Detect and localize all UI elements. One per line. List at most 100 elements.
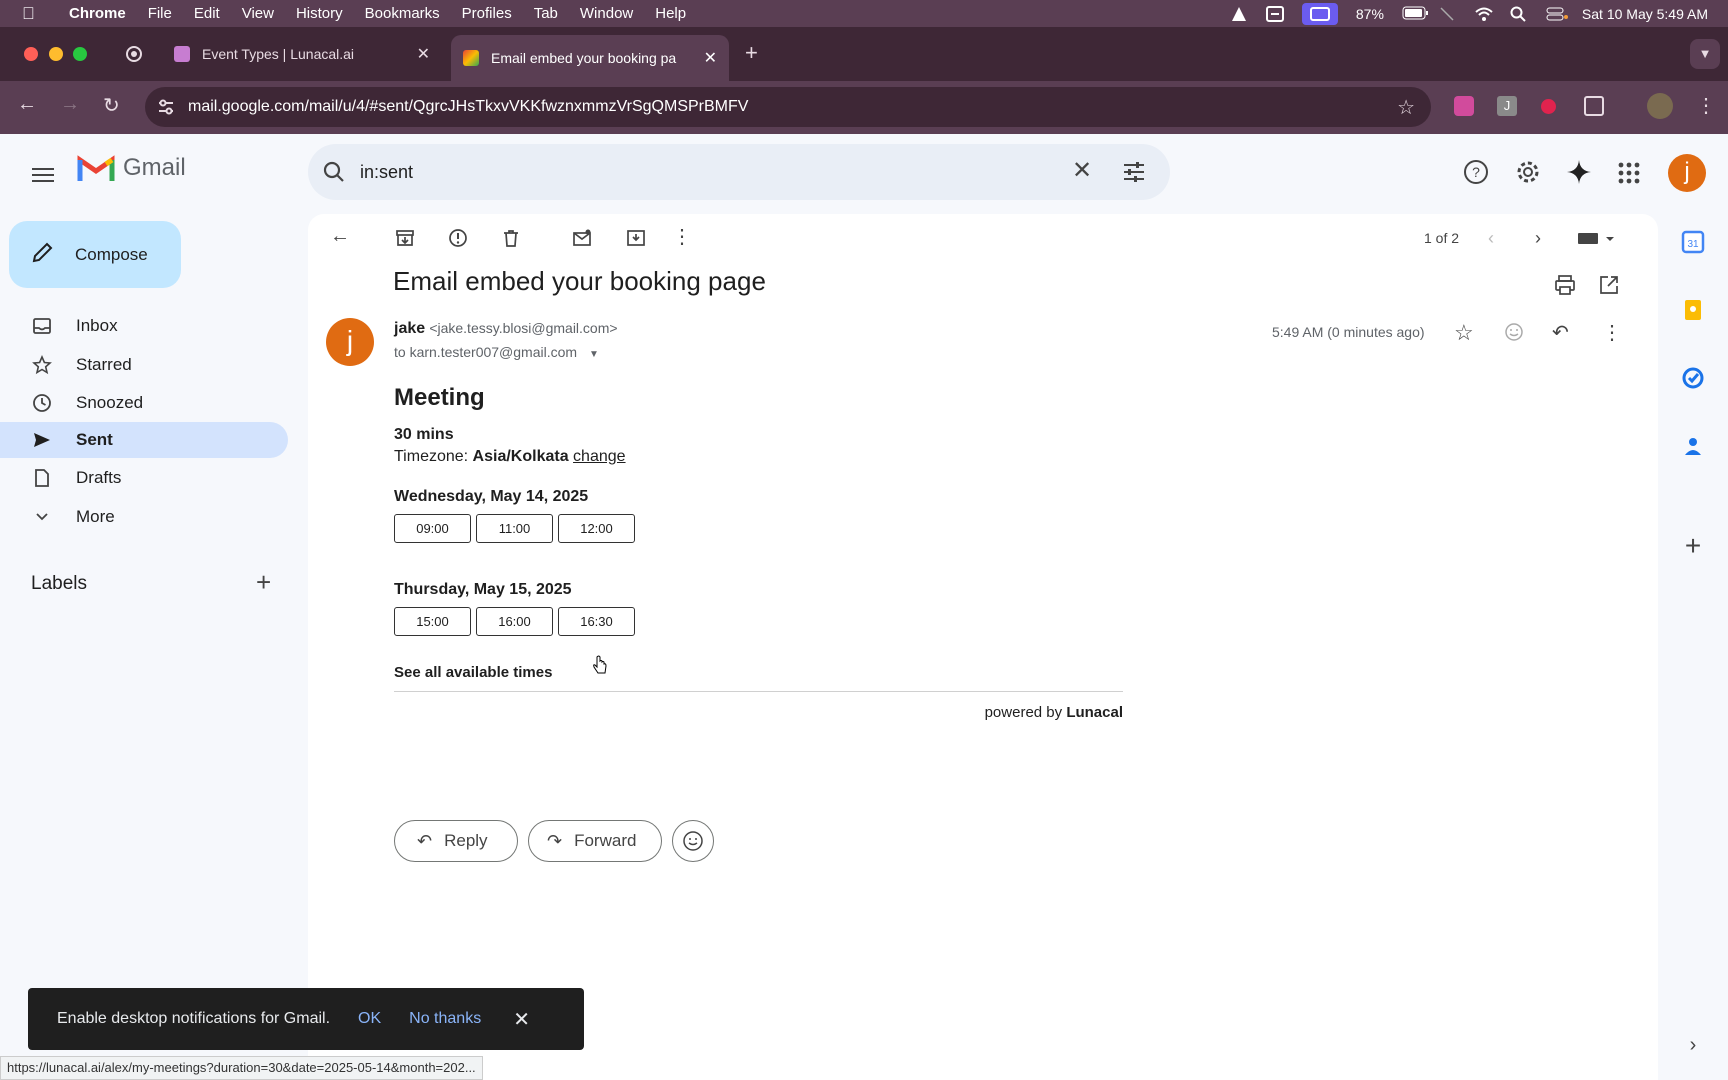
new-tab-plus-icon[interactable]: +	[745, 40, 758, 66]
contacts-app-icon[interactable]	[1681, 434, 1705, 458]
sender-name[interactable]: jake	[394, 320, 425, 337]
snackbar-close-icon[interactable]: ✕	[513, 1007, 530, 1032]
sidebar-item-sent[interactable]: Sent	[0, 422, 288, 458]
menu-bookmarks[interactable]: Bookmarks	[354, 5, 451, 22]
time-slot-button[interactable]: 12:00	[558, 514, 635, 543]
time-slot-button[interactable]: 11:00	[476, 514, 553, 543]
get-addons-plus-icon[interactable]: +	[1681, 532, 1705, 560]
see-all-times-link[interactable]: See all available times	[394, 664, 1124, 681]
snackbar-ok-button[interactable]: OK	[358, 1010, 381, 1028]
menu-view[interactable]: View	[231, 5, 285, 22]
menu-edit[interactable]: Edit	[183, 5, 231, 22]
newer-chevron-icon[interactable]: ‹	[1488, 228, 1508, 248]
create-label-plus-icon[interactable]: +	[256, 567, 271, 598]
tab-gmail-email[interactable]: Email embed your booking pa ✕	[451, 35, 729, 81]
hide-side-panel-chevron-icon[interactable]: ›	[1681, 1034, 1705, 1058]
tab-close-icon[interactable]: ✕	[417, 44, 430, 64]
emoji-reaction-button[interactable]	[672, 820, 714, 862]
reload-icon[interactable]: ↻	[103, 93, 120, 118]
keep-app-icon[interactable]	[1681, 298, 1705, 322]
address-bar[interactable]: mail.google.com/mail/u/4/#sent/QgrcJHsTk…	[145, 87, 1431, 127]
gemini-sparkle-icon[interactable]	[1566, 159, 1592, 185]
back-to-sent-icon[interactable]: ←	[330, 226, 350, 248]
forward-button[interactable]: ↷ Forward	[528, 820, 662, 862]
move-to-icon[interactable]	[626, 228, 646, 248]
time-slot-button[interactable]: 16:00	[476, 607, 553, 636]
menubar-datetime[interactable]: Sat 10 May 5:49 AM	[1582, 6, 1708, 22]
snackbar-no-thanks-button[interactable]: No thanks	[409, 1010, 481, 1028]
sync-icon[interactable]	[1265, 5, 1284, 22]
input-tools-keyboard-icon[interactable]	[1576, 228, 1620, 248]
time-slot-button[interactable]: 09:00	[394, 514, 471, 543]
menu-window[interactable]: Window	[569, 5, 644, 22]
main-menu-icon[interactable]	[32, 164, 54, 186]
add-reaction-emoji-icon[interactable]	[1504, 322, 1524, 347]
recipient-line[interactable]: to karn.tester007@gmail.com ▼	[394, 344, 599, 360]
menu-help[interactable]: Help	[644, 5, 697, 22]
apple-icon[interactable]: 	[22, 4, 48, 24]
extension-lunacal-icon[interactable]	[1454, 96, 1474, 116]
older-chevron-icon[interactable]: ›	[1535, 228, 1555, 248]
timezone-change-link[interactable]: change	[573, 448, 626, 465]
chrome-menu-icon[interactable]: ⋮	[1696, 93, 1716, 118]
menu-history[interactable]: History	[285, 5, 354, 22]
settings-gear-icon[interactable]	[1515, 159, 1541, 185]
powered-by-brand[interactable]: Lunacal	[1066, 704, 1123, 721]
reply-button[interactable]: ↶ Reply	[394, 820, 518, 862]
spotlight-search-icon[interactable]	[1510, 6, 1528, 22]
search-options-icon[interactable]	[1122, 160, 1146, 189]
google-apps-grid-icon[interactable]	[1618, 162, 1644, 188]
search-icon[interactable]	[322, 160, 346, 189]
battery-icon[interactable]	[1402, 6, 1428, 22]
recipient-details-chevron-icon[interactable]: ▼	[589, 349, 599, 360]
wifi-icon[interactable]	[1474, 6, 1493, 22]
tasks-app-icon[interactable]	[1681, 366, 1705, 390]
gmail-logo[interactable]: Gmail	[77, 154, 186, 182]
extension-record-icon[interactable]	[1541, 99, 1556, 114]
menu-tab[interactable]: Tab	[523, 5, 569, 22]
site-info-icon[interactable]	[157, 98, 175, 121]
tab-search-chevron-icon[interactable]: ▼	[1690, 39, 1720, 69]
reply-arrow-icon[interactable]: ↶	[1552, 320, 1569, 345]
sender-avatar[interactable]: j	[326, 318, 374, 366]
vlc-icon[interactable]	[1230, 6, 1248, 22]
sidebar-item-inbox[interactable]: Inbox	[0, 308, 288, 344]
sidebar-item-more[interactable]: More	[0, 499, 288, 535]
email-more-options-icon[interactable]: ⋮	[1602, 320, 1622, 345]
account-avatar[interactable]: j	[1668, 154, 1706, 192]
menu-profiles[interactable]: Profiles	[451, 5, 523, 22]
calendar-app-icon[interactable]: 31	[1681, 230, 1705, 254]
sidebar-item-starred[interactable]: Starred	[0, 347, 288, 383]
time-slot-button[interactable]: 16:30	[558, 607, 635, 636]
bookmark-star-icon[interactable]: ☆	[1397, 95, 1415, 120]
open-in-new-window-icon[interactable]	[1598, 274, 1620, 301]
extension-j-icon[interactable]: J	[1497, 96, 1517, 116]
profile-avatar-icon[interactable]	[1647, 93, 1673, 119]
screen-mirror-icon[interactable]	[1301, 2, 1338, 25]
bluetooth-off-icon[interactable]	[1438, 6, 1456, 22]
window-close-button[interactable]	[24, 47, 38, 61]
print-icon[interactable]	[1554, 274, 1576, 301]
search-input[interactable]: in:sent	[360, 162, 413, 183]
help-icon[interactable]: ?	[1463, 159, 1489, 185]
menu-file[interactable]: File	[137, 5, 183, 22]
clear-search-icon[interactable]: ✕	[1072, 156, 1092, 185]
menubar-app-name[interactable]: Chrome	[58, 5, 137, 22]
star-email-icon[interactable]: ☆	[1454, 320, 1474, 346]
compose-button[interactable]: Compose	[9, 221, 181, 288]
delete-trash-icon[interactable]	[501, 228, 521, 248]
back-arrow-icon[interactable]: ←	[17, 93, 37, 116]
sidebar-item-snoozed[interactable]: Snoozed	[0, 385, 288, 421]
forward-arrow-icon[interactable]: →	[60, 93, 80, 116]
window-minimize-button[interactable]	[49, 47, 63, 61]
search-bar[interactable]: in:sent ✕	[308, 144, 1170, 200]
time-slot-button[interactable]: 15:00	[394, 607, 471, 636]
recording-icon[interactable]	[126, 46, 142, 62]
tab-event-types[interactable]: Event Types | Lunacal.ai ✕	[162, 35, 442, 73]
extensions-puzzle-icon[interactable]	[1584, 96, 1604, 116]
report-spam-icon[interactable]	[448, 228, 468, 248]
more-actions-icon[interactable]: ⋮	[672, 227, 692, 248]
tab-close-icon[interactable]: ✕	[704, 48, 717, 68]
mark-unread-icon[interactable]	[572, 228, 592, 248]
window-maximize-button[interactable]	[73, 47, 87, 61]
